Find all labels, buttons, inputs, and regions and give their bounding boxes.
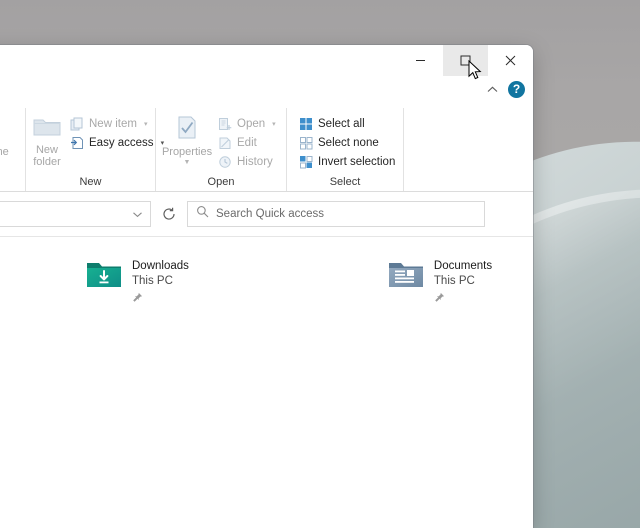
close-button[interactable] (488, 45, 533, 76)
search-input[interactable]: Search Quick access (216, 208, 324, 220)
new-folder-icon (32, 115, 62, 142)
quick-access-items: Downloads This PC (0, 259, 533, 308)
edit-label: Edit (237, 137, 257, 149)
invert-selection-icon (298, 154, 313, 169)
select-none-button[interactable]: Select none (295, 133, 398, 152)
ribbon-group-new: New folder New item ▾ (26, 108, 156, 191)
new-item-dropdown-icon[interactable]: ▾ (144, 120, 148, 128)
minimize-button[interactable] (398, 45, 443, 76)
search-box[interactable]: Search Quick access (187, 201, 485, 227)
new-folder-label: New folder (32, 145, 62, 168)
easy-access-label: Easy access (89, 137, 154, 149)
pin-icon (434, 290, 492, 308)
select-all-label: Select all (318, 118, 365, 130)
history-label: History (237, 156, 273, 168)
address-bar[interactable] (0, 201, 151, 227)
downloads-folder-icon (85, 259, 123, 290)
help-button[interactable]: ? (508, 81, 525, 98)
documents-text: Documents This PC (434, 259, 492, 308)
ribbon-right-controls: ? (487, 80, 525, 98)
edit-icon (217, 135, 232, 150)
new-item-icon (69, 116, 84, 131)
properties-icon (174, 115, 200, 144)
navigation-bar: Search Quick access (0, 192, 533, 236)
select-none-label: Select none (318, 137, 379, 149)
maximize-restore-button[interactable] (443, 45, 488, 76)
open-label: Open (237, 118, 265, 130)
downloads-text: Downloads This PC (132, 259, 189, 308)
invert-selection-label: Invert selection (318, 156, 395, 168)
select-none-icon (298, 135, 313, 150)
new-item-label: New item (89, 118, 137, 130)
select-all-button[interactable]: Select all (295, 114, 398, 133)
list-item-documents[interactable]: Documents This PC (387, 259, 492, 308)
new-item-button[interactable]: New item ▾ (66, 114, 167, 133)
open-button[interactable]: Open ▾ (214, 114, 279, 133)
invert-selection-button[interactable]: Invert selection (295, 152, 398, 171)
history-icon (217, 154, 232, 169)
new-folder-button[interactable]: New folder (32, 112, 62, 168)
file-list-area[interactable]: Downloads This PC (0, 237, 533, 528)
ribbon-group-organize: opy o ▾ Delete ▼ (0, 108, 26, 191)
properties-label: Properties (162, 147, 212, 159)
rename-label: Rename (0, 147, 9, 159)
properties-dropdown-icon[interactable]: ▼ (184, 160, 191, 166)
pin-icon (132, 290, 189, 308)
rename-button[interactable]: Rename (0, 112, 14, 159)
ribbon-group-label-select: Select (293, 176, 397, 191)
rename-icon (0, 115, 1, 144)
easy-access-button[interactable]: Easy access ▾ (66, 133, 167, 152)
window-controls (398, 45, 533, 76)
edit-button[interactable]: Edit (214, 133, 279, 152)
select-all-icon (298, 116, 313, 131)
ribbon-tab-strip[interactable]: ? (0, 77, 533, 108)
ribbon-group-label-organize: Organize (0, 176, 19, 191)
file-explorer-window[interactable]: ? opy o ▾ (0, 45, 533, 528)
ribbon-empty-area (404, 108, 533, 191)
search-icon (196, 205, 209, 223)
list-item-downloads[interactable]: Downloads This PC (85, 259, 189, 308)
documents-folder-icon (387, 259, 425, 290)
ribbon-group-open: Properties ▼ Open ▾ (156, 108, 287, 191)
open-dropdown-icon[interactable]: ▾ (272, 120, 276, 128)
ribbon-group-label-open: Open (162, 176, 280, 191)
history-button[interactable]: History (214, 152, 279, 171)
properties-button[interactable]: Properties ▼ (162, 112, 212, 166)
documents-location: This PC (434, 274, 492, 288)
documents-name: Documents (434, 259, 492, 273)
ribbon-group-select: Select all Select none (287, 108, 404, 191)
ribbon: opy o ▾ Delete ▼ (0, 108, 533, 192)
chevron-down-icon[interactable] (126, 203, 148, 225)
refresh-icon[interactable] (157, 203, 181, 225)
collapse-ribbon-icon[interactable] (487, 80, 498, 98)
ribbon-group-label-new: New (32, 176, 149, 191)
downloads-location: This PC (132, 274, 189, 288)
easy-access-icon (69, 135, 84, 150)
title-bar[interactable] (0, 45, 533, 77)
open-icon (217, 116, 232, 131)
downloads-name: Downloads (132, 259, 189, 273)
